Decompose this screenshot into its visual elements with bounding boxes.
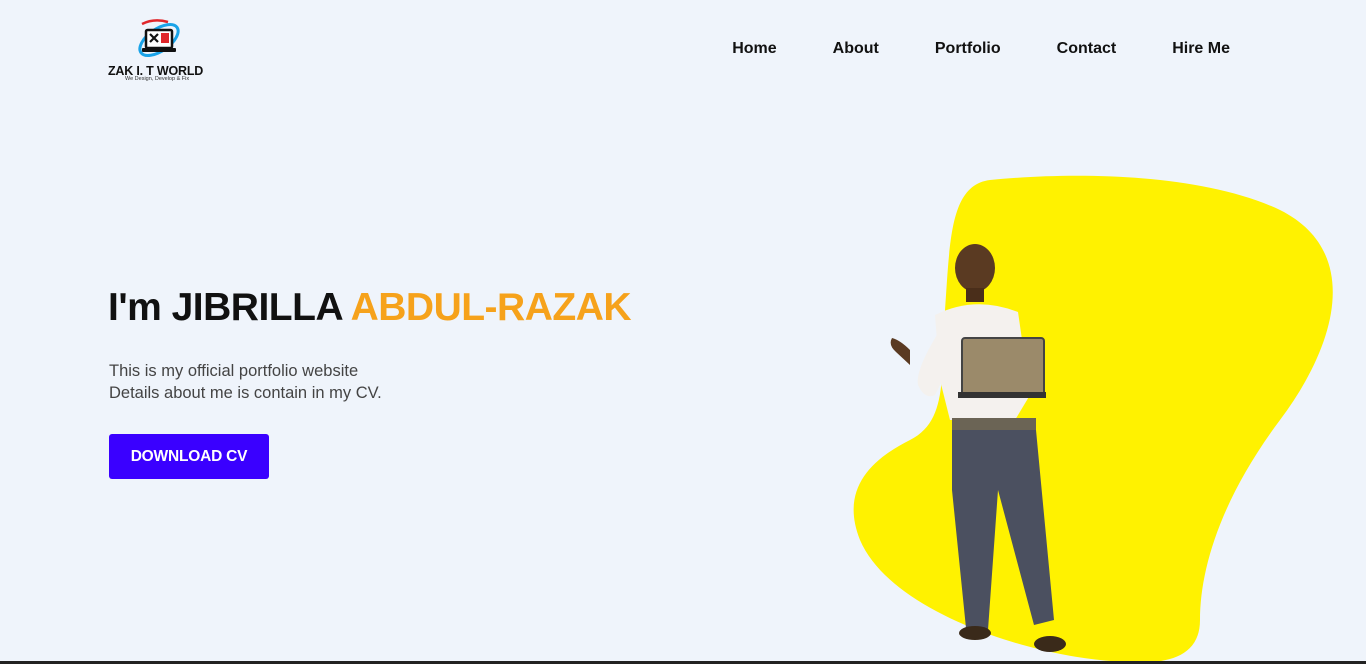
hero-description: This is my official portfolio website De…	[109, 360, 382, 404]
hero-description-line-2: Details about me is contain in my CV.	[109, 384, 382, 402]
brand-tagline: We Design, Develop & Fix	[125, 76, 190, 82]
nav-about[interactable]: About	[833, 40, 879, 58]
hero-illustration	[853, 175, 1333, 663]
page: ZAK I. T WORLD We Design, Develop & Fix …	[0, 0, 1366, 664]
download-cv-button[interactable]: DOWNLOAD CV	[109, 434, 269, 479]
brand-logo[interactable]: ZAK I. T WORLD We Design, Develop & Fix	[108, 18, 212, 84]
hero-title: I'm JIBRILLA ABDUL-RAZAK	[108, 286, 632, 330]
nav-contact[interactable]: Contact	[1057, 40, 1117, 58]
nav-home[interactable]: Home	[732, 40, 776, 58]
nav-hire-me[interactable]: Hire Me	[1172, 40, 1230, 58]
hero-description-line-1: This is my official portfolio website	[109, 362, 359, 380]
main-nav: Home About Portfolio Contact Hire Me	[732, 40, 1230, 58]
laptop-tools-logo-icon	[138, 19, 180, 58]
nav-portfolio[interactable]: Portfolio	[935, 40, 1001, 58]
hero-title-highlight: ABDUL-RAZAK	[350, 286, 632, 329]
yellow-blob	[853, 175, 1333, 663]
hero-title-prefix: I'm JIBRILLA	[108, 286, 351, 329]
